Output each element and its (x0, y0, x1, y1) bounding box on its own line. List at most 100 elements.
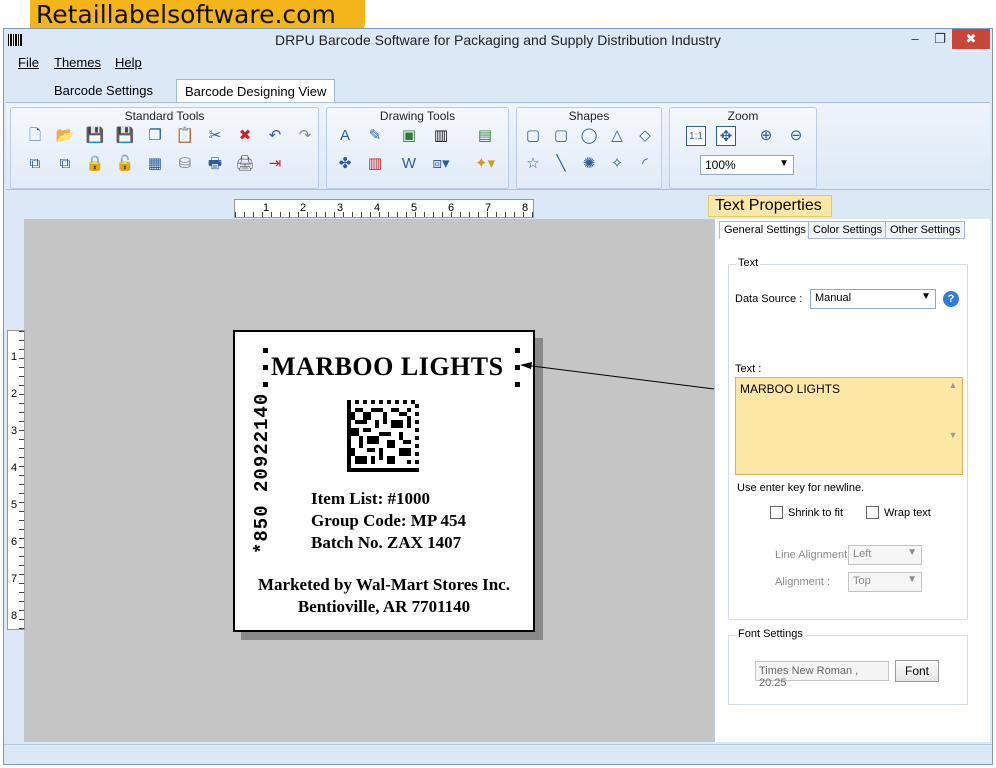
shrink-to-fit-checkbox[interactable] (770, 506, 783, 519)
rectangle-icon[interactable]: ▢ (523, 126, 543, 146)
group-label: Shapes (568, 109, 610, 123)
print-preview-icon[interactable]: 🖶 (205, 154, 225, 174)
group-label: Drawing Tools (379, 109, 456, 123)
save-as-icon[interactable]: 💾 (115, 126, 135, 146)
arc-icon[interactable]: ◜ (635, 154, 655, 174)
burst-icon[interactable]: ✺ (579, 154, 599, 174)
data-source-select[interactable]: Manual ▼ (810, 289, 936, 309)
image-tool-icon[interactable]: ▣ (399, 126, 419, 146)
paste-icon[interactable]: 📋 (175, 126, 195, 146)
ruler-tick-label: 3 (11, 425, 18, 437)
text-label: Text : (735, 363, 762, 375)
send-back-icon[interactable]: ⧉ (55, 154, 75, 174)
four-point-star-icon[interactable]: ✧ (607, 154, 627, 174)
text-group-legend: Text (736, 257, 761, 269)
copy-icon[interactable]: ❐ (145, 126, 165, 146)
export-icon[interactable]: ⇥ (265, 154, 285, 174)
label-title-text[interactable]: MARBOO LIGHTS (271, 352, 504, 382)
group-standard-tools: Standard Tools 🗋 📂 💾 💾 ❐ 📋 ✂ ✖ ↶ ↷ ⧉ ⧉ 🔒… (10, 107, 319, 189)
line-icon[interactable]: ╲ (551, 154, 571, 174)
font-button[interactable]: Font (895, 660, 939, 682)
menu-file[interactable]: File (18, 55, 39, 70)
triangle-icon[interactable]: △ (607, 126, 627, 146)
ruler-tick-label: 8 (11, 610, 18, 622)
tab-color-settings[interactable]: Color Settings (808, 221, 888, 239)
ruler-ticks (19, 331, 24, 629)
ruler-ticks (235, 212, 533, 217)
menu-help[interactable]: Help (115, 55, 142, 70)
save-icon[interactable]: 💾 (85, 126, 105, 146)
chevron-down-icon: ▼ (921, 291, 931, 302)
fit-page-icon[interactable]: ✥ (716, 126, 736, 146)
diamond-icon[interactable]: ◇ (635, 126, 655, 146)
delete-icon[interactable]: ✖ (235, 126, 255, 146)
redo-icon[interactable]: ↷ (295, 126, 315, 146)
database-icon[interactable]: ⛁ (175, 154, 195, 174)
tab-barcode-settings[interactable]: Barcode Settings (46, 79, 161, 103)
group-shapes: Shapes ▢ ▢ ◯ △ ◇ ☆ ╲ ✺ ✧ ◜ (516, 107, 662, 189)
actual-size-icon[interactable]: 1:1 (686, 126, 706, 146)
help-icon[interactable]: ? (943, 291, 959, 307)
label-design[interactable]: MARBOO LIGHTS *850 20922140 Item List: #… (233, 330, 535, 632)
chevron-down-icon: ▼ (907, 547, 917, 558)
resize-handle[interactable] (515, 382, 520, 387)
restore-button[interactable]: ❐ (928, 29, 952, 49)
alignment-select[interactable]: Top ▼ (848, 572, 922, 592)
menu-themes[interactable]: Themes (54, 55, 101, 70)
lock-icon[interactable]: 🔒 (85, 154, 105, 174)
rounded-rectangle-icon[interactable]: ▢ (551, 126, 571, 146)
textarea-scrollbar[interactable]: ▲ ▼ (946, 380, 960, 472)
line-alignment-select[interactable]: Left ▼ (848, 545, 922, 565)
ruler-tick-label: 2 (11, 388, 18, 400)
tab-barcode-designing-view[interactable]: Barcode Designing View (176, 79, 336, 103)
pen-tool-icon[interactable]: ✎ (365, 126, 385, 146)
resize-handle[interactable] (263, 365, 268, 370)
close-button[interactable]: ✖ (952, 29, 990, 49)
unlock-icon[interactable]: 🔓 (115, 154, 135, 174)
ruler-tick-label: 1 (11, 351, 18, 363)
resize-handle[interactable] (263, 348, 268, 353)
menu-bar: File Themes Help (4, 53, 992, 73)
chevron-down-icon: ▼ (907, 574, 917, 585)
barcode-tool-icon[interactable]: ▥ (431, 126, 451, 146)
minimize-button[interactable]: – (902, 29, 928, 49)
arrange-dropdown-icon[interactable]: ⧈▾ (431, 154, 451, 174)
cut-icon[interactable]: ✂ (205, 126, 225, 146)
watermark-icon[interactable]: W (399, 154, 419, 174)
data-source-label: Data Source : (735, 293, 803, 305)
newline-hint: Use enter key for newline. (737, 482, 865, 494)
print-icon[interactable]: 🖨 (235, 154, 255, 174)
zoom-select[interactable]: 100% ▼ (700, 155, 794, 175)
resize-handle[interactable] (263, 382, 268, 387)
group-zoom: Zoom 1:1 ✥ ⊕ ⊖ 100% ▼ (669, 107, 817, 189)
wrap-text-label: Wrap text (884, 507, 931, 519)
open-icon[interactable]: 📂 (55, 126, 75, 146)
site-banner: Retaillabelsoftware.com (30, 0, 365, 30)
line-alignment-label: Line Alignment (775, 549, 848, 561)
new-icon[interactable]: 🗋 (25, 126, 45, 146)
zoom-in-icon[interactable]: ⊕ (756, 126, 776, 146)
wrap-text-checkbox[interactable] (866, 506, 879, 519)
resize-handle[interactable] (515, 365, 520, 370)
effects-dropdown-icon[interactable]: ✦▾ (475, 154, 495, 174)
text-tool-icon[interactable]: A (335, 126, 355, 146)
zoom-out-icon[interactable]: ⊖ (786, 126, 806, 146)
grid-icon[interactable]: ▦ (145, 154, 165, 174)
library-icon[interactable]: ▥ (365, 154, 385, 174)
status-bar (4, 744, 992, 764)
text-input[interactable]: MARBOO LIGHTS ▲ ▼ (735, 377, 963, 475)
label-detail-lines[interactable]: Item List: #1000 Group Code: MP 454 Batc… (311, 488, 466, 554)
bring-front-icon[interactable]: ⧉ (25, 154, 45, 174)
tab-general-settings[interactable]: General Settings (719, 221, 811, 239)
tab-other-settings[interactable]: Other Settings (885, 221, 966, 239)
label-footer[interactable]: Marketed by Wal-Mart Stores Inc. Bentiov… (235, 574, 533, 618)
ellipse-icon[interactable]: ◯ (579, 126, 599, 146)
vertical-barcode-number[interactable]: *850 20922140 (251, 393, 273, 554)
resize-handle[interactable] (515, 348, 520, 353)
picture-tool-icon[interactable]: ▤ (475, 126, 495, 146)
undo-icon[interactable]: ↶ (265, 126, 285, 146)
item-list-line: Item List: #1000 (311, 489, 430, 508)
datamatrix-barcode[interactable] (347, 400, 419, 472)
star-icon[interactable]: ☆ (523, 154, 543, 174)
puzzle-icon[interactable]: ✤ (335, 154, 355, 174)
